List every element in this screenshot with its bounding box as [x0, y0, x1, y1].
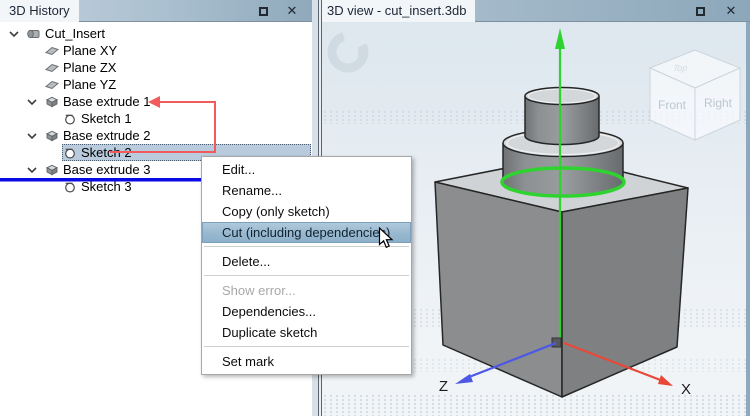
menu-item-cut-including-dependencies[interactable]: Cut (including dependencies): [202, 222, 411, 243]
chevron-slot: [8, 28, 26, 40]
small-cylinder[interactable]: [524, 86, 600, 146]
view-panel-right-border: [746, 22, 750, 416]
menu-item-rename[interactable]: Rename...: [202, 180, 411, 201]
history-titlebar: 3D History ✕: [0, 0, 312, 22]
tree-item-label: Base extrude 2: [63, 128, 151, 143]
sketch-icon: [65, 182, 75, 193]
menu-item-dependencies[interactable]: Dependencies...: [202, 301, 411, 322]
part-icon: [27, 29, 40, 39]
extrude-icon: [46, 96, 58, 108]
tree-row-body[interactable]: Plane YZ: [44, 76, 312, 93]
extrude-icon: [46, 164, 58, 176]
nav-cube-right-label: Right: [704, 96, 733, 110]
plane-icon: [44, 46, 60, 56]
tree-item-label: Sketch 1: [81, 111, 132, 126]
tree-item-plane-zx[interactable]: Plane ZX: [0, 59, 312, 76]
tree-row-body[interactable]: Base extrude 2: [44, 127, 312, 144]
history-panel-title: 3D History: [0, 0, 79, 22]
menu-item-show-error: Show error...: [222, 283, 296, 298]
sketch-icon: [65, 114, 75, 125]
tree-item-plane-yz[interactable]: Plane YZ: [0, 76, 312, 93]
chevron-down-icon[interactable]: [26, 96, 38, 108]
sketch-icon: [65, 148, 75, 159]
menu-item-copy-only-sketch[interactable]: Copy (only sketch): [202, 201, 411, 222]
history-close-button[interactable]: ✕: [285, 4, 299, 18]
maximize-icon: [258, 6, 268, 16]
tree-item-cut-insert[interactable]: Cut_Insert: [0, 25, 312, 42]
tree-item-base-extrude-2[interactable]: Base extrude 2: [0, 127, 312, 144]
context-menu: Edit... Rename... Copy (only sketch) Cut (i…: [201, 156, 412, 375]
tree-item-sketch-1[interactable]: Sketch 1: [0, 110, 312, 127]
chevron-down-icon[interactable]: [8, 28, 20, 40]
close-icon: ✕: [286, 3, 298, 18]
tree-item-label: Plane YZ: [63, 77, 117, 92]
chevron-down-icon[interactable]: [26, 164, 38, 176]
menu-item-edit[interactable]: Edit...: [202, 159, 411, 180]
view-titlebar: 3D view - cut_insert.3db ✕: [318, 0, 750, 22]
menu-separator: [204, 346, 409, 347]
tree-item-label: Base extrude 3: [63, 162, 151, 177]
nav-cube-front-label: Front: [658, 98, 687, 112]
menu-separator: [204, 275, 409, 276]
maximize-icon: [695, 6, 705, 16]
tree-row-body[interactable]: Plane XY: [44, 42, 312, 59]
origin-marker[interactable]: [551, 337, 562, 348]
rotate-indicator-icon: [327, 31, 369, 73]
tree-row-body[interactable]: Plane ZX: [44, 59, 312, 76]
tree-item-label: Plane ZX: [63, 60, 117, 75]
chevron-slot: [26, 96, 44, 108]
plane-icon: [44, 63, 60, 73]
view-panel-title: 3D view - cut_insert.3db: [318, 0, 476, 22]
navigation-cube[interactable]: Top Front Right: [648, 49, 742, 141]
close-icon: ✕: [725, 3, 737, 18]
tree-item-base-extrude-1[interactable]: Base extrude 1: [0, 93, 312, 110]
tree-item-label: Cut_Insert: [45, 26, 105, 41]
chevron-slot: [26, 164, 44, 176]
menu-item-duplicate-sketch[interactable]: Duplicate sketch: [202, 322, 411, 343]
tree-item-plane-xy[interactable]: Plane XY: [0, 42, 312, 59]
view-close-button[interactable]: ✕: [724, 4, 738, 18]
plane-icon: [44, 80, 60, 90]
tree-item-label: Sketch 3: [81, 179, 132, 194]
z-axis-label: Z: [439, 378, 448, 395]
tree-item-label: Base extrude 1: [63, 94, 151, 109]
chevron-slot: [26, 130, 44, 142]
chevron-down-icon[interactable]: [26, 130, 38, 142]
tree-row-body[interactable]: Base extrude 1: [44, 93, 312, 110]
tree-item-label: Plane XY: [63, 43, 118, 58]
menu-item-delete[interactable]: Delete...: [202, 251, 411, 272]
extrude-icon: [46, 130, 58, 142]
tree-row-body[interactable]: Cut_Insert: [26, 25, 312, 42]
menu-separator: [204, 246, 409, 247]
x-axis-label: X: [681, 381, 691, 398]
app-window: 3D History ✕ Cut_Insert Plane XY Plane ZX P…: [0, 0, 750, 416]
tree-row-body[interactable]: Sketch 1: [62, 110, 312, 127]
menu-item-set-mark[interactable]: Set mark: [202, 351, 411, 372]
view-maximize-button[interactable]: [693, 4, 707, 18]
history-maximize-button[interactable]: [256, 4, 270, 18]
tree-item-label: Sketch 2: [81, 145, 132, 160]
